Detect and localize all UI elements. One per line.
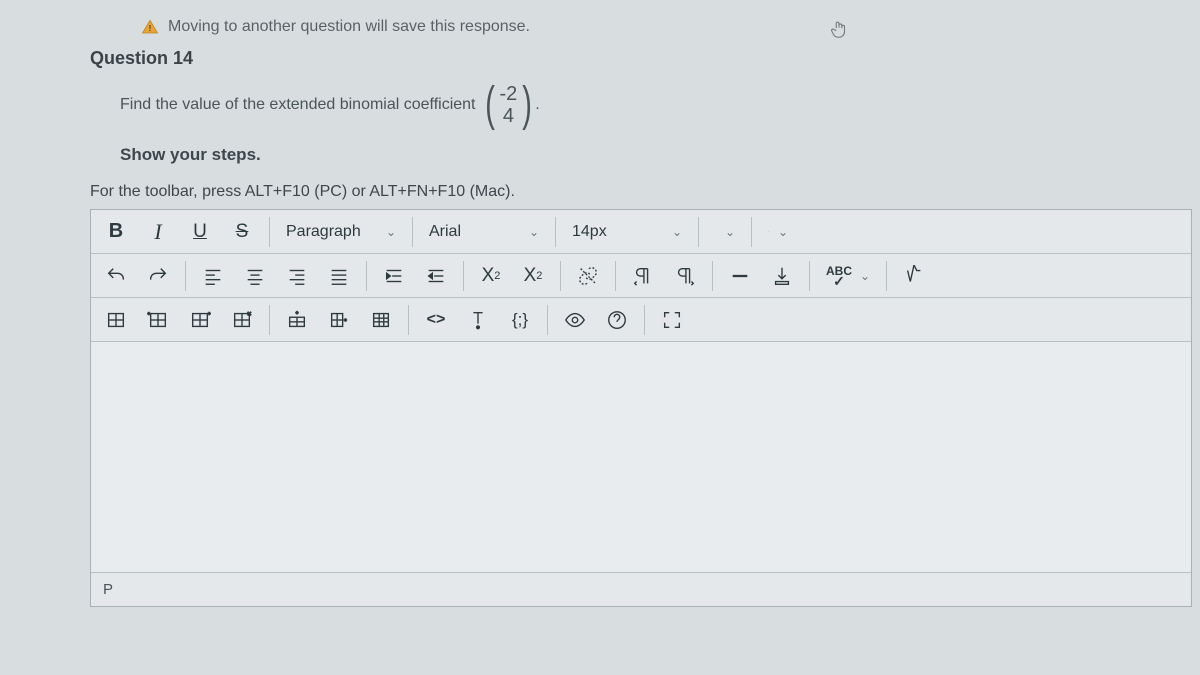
toolbar-hint: For the toolbar, press ALT+F10 (PC) or A… bbox=[0, 183, 1200, 209]
table-col-insert-button[interactable] bbox=[182, 302, 218, 338]
font-size-label: 14px bbox=[572, 223, 607, 241]
table-row-insert-button[interactable] bbox=[140, 302, 176, 338]
spellcheck-dropdown[interactable]: ABC✓ ⌄ bbox=[816, 258, 880, 294]
italic-button[interactable]: I bbox=[140, 214, 176, 250]
align-left-button[interactable] bbox=[195, 258, 231, 294]
ltr-button[interactable] bbox=[625, 258, 661, 294]
chevron-down-icon: ⌄ bbox=[386, 225, 396, 239]
table-properties-button[interactable] bbox=[363, 302, 399, 338]
editor-content-area[interactable] bbox=[91, 342, 1191, 572]
table-delete-button[interactable] bbox=[224, 302, 260, 338]
binom-bottom: 4 bbox=[503, 105, 514, 127]
toolbar-row-3: <> {;} bbox=[91, 298, 1191, 342]
help-button[interactable] bbox=[599, 302, 635, 338]
unordered-list-dropdown[interactable]: ⌄ bbox=[705, 214, 745, 250]
question-prompt: Find the value of the extended binomial … bbox=[120, 83, 1200, 145]
align-right-button[interactable] bbox=[279, 258, 315, 294]
block-format-label: Paragraph bbox=[286, 223, 361, 241]
paren-left: ( bbox=[485, 85, 495, 125]
outdent-button[interactable] bbox=[418, 258, 454, 294]
ordered-list-dropdown[interactable]: 123 ⌄ bbox=[758, 214, 798, 250]
rich-text-editor: B I U S Paragraph ⌄ Arial ⌄ 14px ⌄ ⌄ 123… bbox=[90, 209, 1192, 607]
insert-table-button[interactable] bbox=[98, 302, 134, 338]
math-editor-button[interactable] bbox=[896, 258, 932, 294]
nonbreaking-space-button[interactable] bbox=[460, 302, 496, 338]
table-row-after-button[interactable] bbox=[279, 302, 315, 338]
redo-button[interactable] bbox=[140, 258, 176, 294]
html-source-button[interactable]: <> bbox=[418, 302, 454, 338]
toolbar-row-2: X2 X2 ABC✓ ⌄ bbox=[91, 254, 1191, 298]
rtl-button[interactable] bbox=[667, 258, 703, 294]
strikethrough-button[interactable]: S bbox=[224, 214, 260, 250]
save-warning: ! Moving to another question will save t… bbox=[0, 0, 1200, 48]
question-number: Question 14 bbox=[0, 48, 1200, 83]
show-steps-text: Show your steps. bbox=[120, 145, 1200, 183]
prompt-period: . bbox=[535, 96, 539, 114]
svg-text:!: ! bbox=[149, 24, 152, 33]
chevron-down-icon: ⌄ bbox=[529, 225, 539, 239]
toolbar-row-1: B I U S Paragraph ⌄ Arial ⌄ 14px ⌄ ⌄ 123… bbox=[91, 210, 1191, 254]
font-family-label: Arial bbox=[429, 223, 461, 241]
prompt-text: Find the value of the extended binomial … bbox=[120, 96, 476, 114]
preview-button[interactable] bbox=[557, 302, 593, 338]
chevron-down-icon: ⌄ bbox=[672, 225, 682, 239]
pointer-hand-icon[interactable] bbox=[828, 18, 850, 46]
undo-button[interactable] bbox=[98, 258, 134, 294]
underline-button[interactable]: U bbox=[182, 214, 218, 250]
subscript-button[interactable]: X2 bbox=[515, 258, 551, 294]
fullscreen-button[interactable] bbox=[654, 302, 690, 338]
insert-file-button[interactable] bbox=[764, 258, 800, 294]
bold-button[interactable]: B bbox=[98, 214, 134, 250]
chevron-down-icon: ⌄ bbox=[725, 225, 735, 239]
indent-button[interactable] bbox=[376, 258, 412, 294]
warning-icon: ! bbox=[140, 18, 160, 36]
align-center-button[interactable] bbox=[237, 258, 273, 294]
block-format-dropdown[interactable]: Paragraph ⌄ bbox=[276, 214, 406, 250]
binomial-coefficient: ( -2 4 ) bbox=[482, 83, 536, 127]
paren-right: ) bbox=[522, 85, 532, 125]
chevron-down-icon: ⌄ bbox=[778, 225, 788, 239]
chevron-down-icon: ⌄ bbox=[860, 269, 870, 283]
element-path[interactable]: P bbox=[103, 581, 113, 598]
css-class-button[interactable]: {;} bbox=[502, 302, 538, 338]
remove-link-button[interactable] bbox=[570, 258, 606, 294]
align-justify-button[interactable] bbox=[321, 258, 357, 294]
warning-text: Moving to another question will save thi… bbox=[168, 18, 530, 36]
superscript-button[interactable]: X2 bbox=[473, 258, 509, 294]
font-size-dropdown[interactable]: 14px ⌄ bbox=[562, 214, 692, 250]
binom-top: -2 bbox=[499, 83, 517, 105]
table-col-after-button[interactable] bbox=[321, 302, 357, 338]
editor-status-bar: P bbox=[91, 572, 1191, 606]
horizontal-rule-button[interactable] bbox=[722, 258, 758, 294]
font-family-dropdown[interactable]: Arial ⌄ bbox=[419, 214, 549, 250]
